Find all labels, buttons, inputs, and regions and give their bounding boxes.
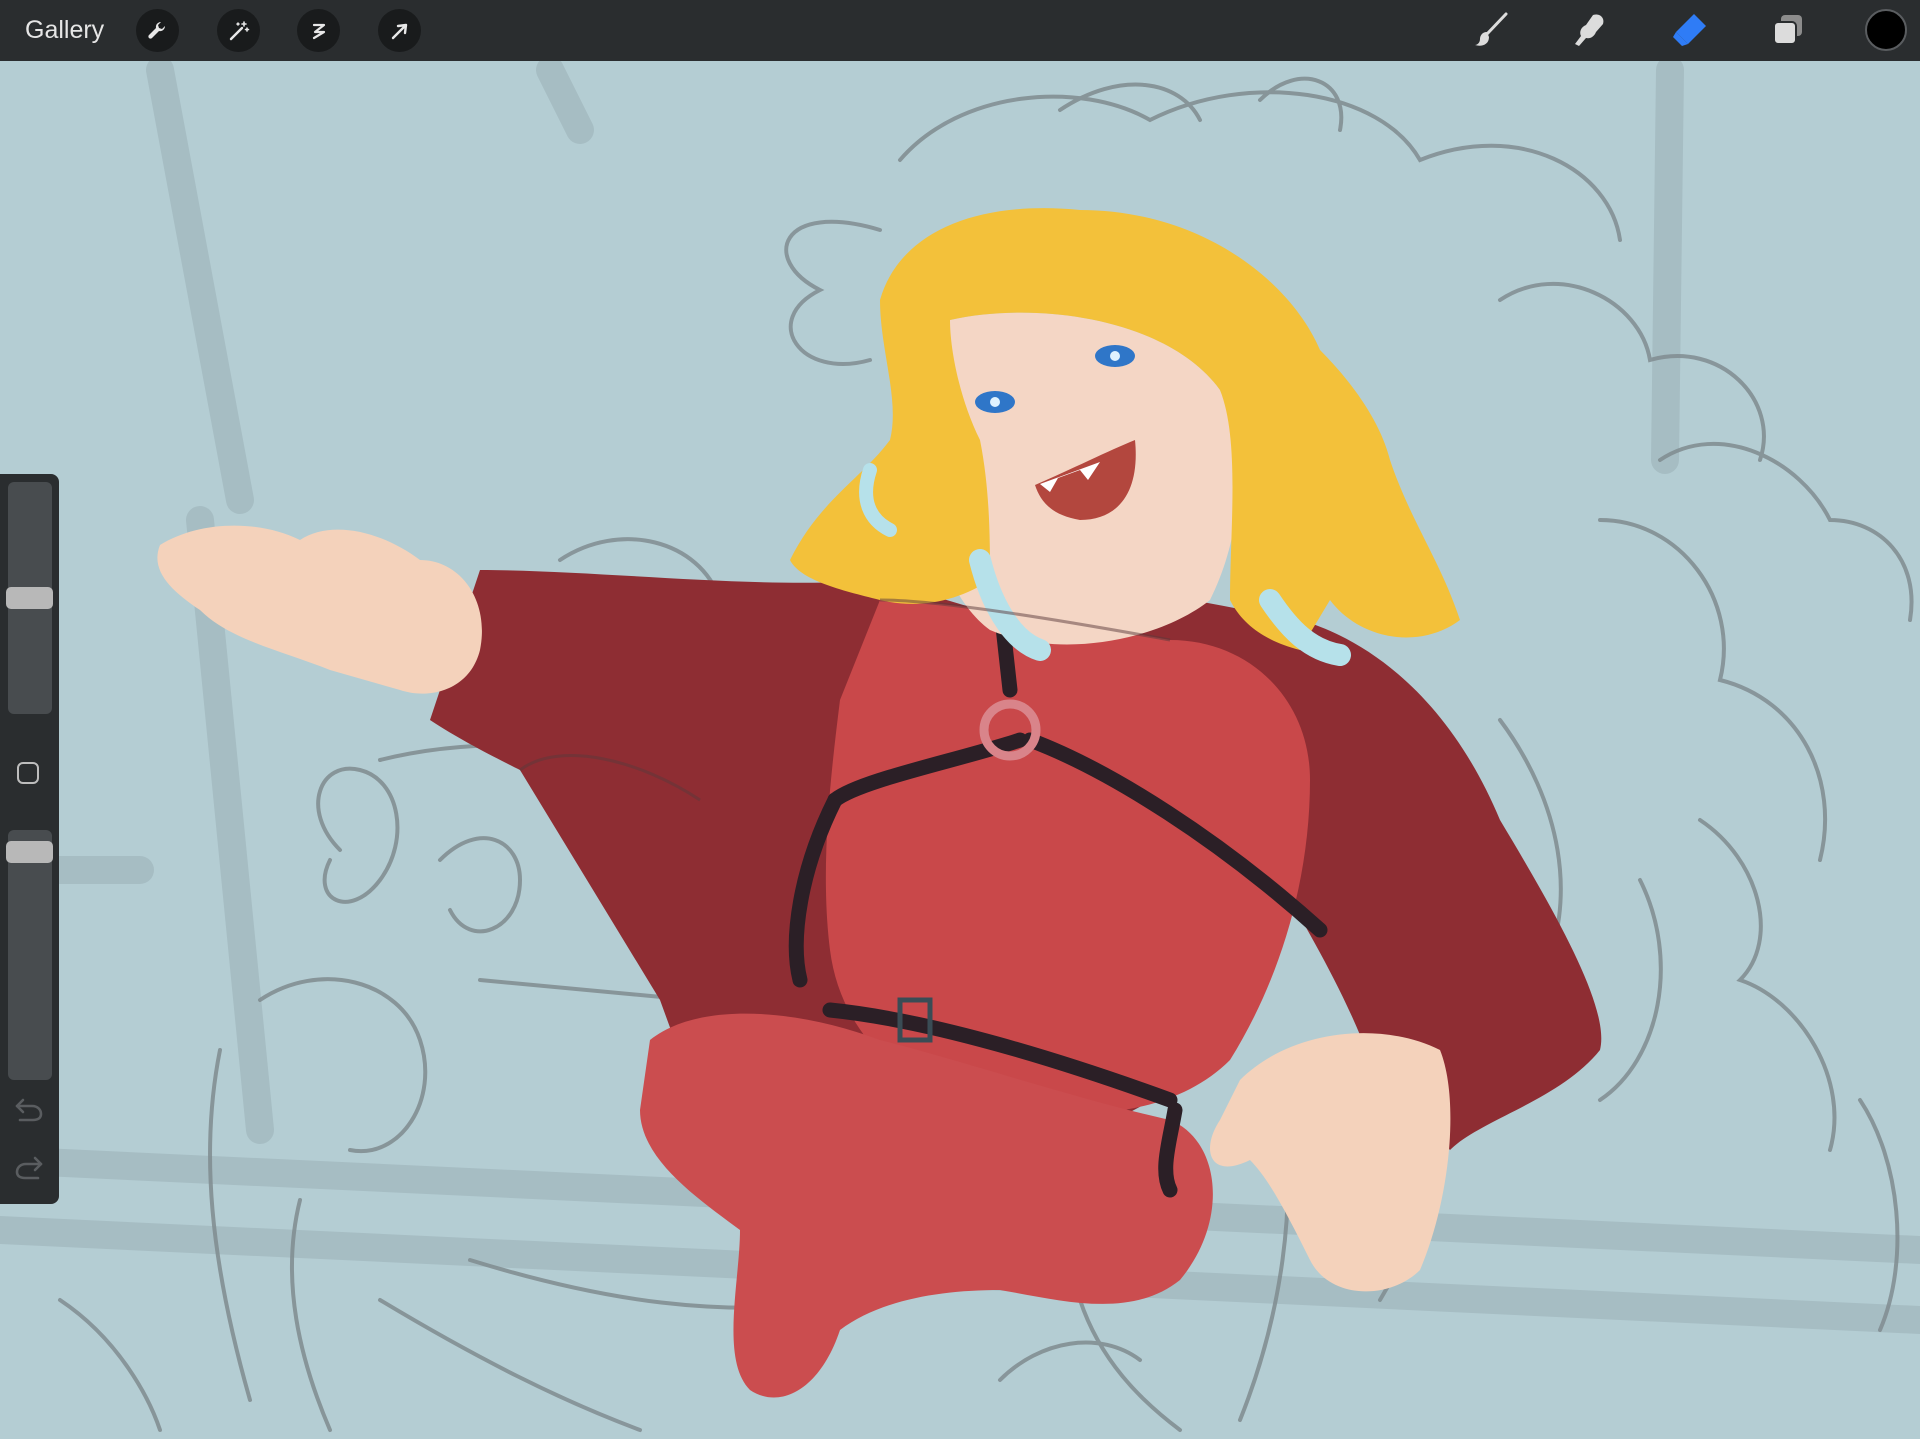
drawing-canvas[interactable] bbox=[0, 61, 1920, 1439]
top-toolbar: Gallery bbox=[0, 0, 1920, 61]
selection-button[interactable] bbox=[297, 9, 340, 52]
undo-icon[interactable] bbox=[14, 1096, 44, 1122]
smudge-icon[interactable] bbox=[1570, 10, 1610, 50]
transform-button[interactable] bbox=[378, 9, 421, 52]
arrow-cursor-icon bbox=[391, 23, 407, 39]
magic-wand-icon bbox=[229, 20, 249, 40]
eraser-icon[interactable] bbox=[1669, 10, 1709, 50]
actions-button[interactable] bbox=[136, 9, 179, 52]
adjustments-button[interactable] bbox=[217, 9, 260, 52]
opacity-slider[interactable] bbox=[6, 830, 53, 1080]
redo-icon[interactable] bbox=[14, 1154, 44, 1180]
modify-button[interactable] bbox=[17, 762, 39, 784]
color-picker-button[interactable] bbox=[1865, 9, 1907, 51]
selection-icon bbox=[312, 23, 325, 39]
layers-icon[interactable] bbox=[1768, 10, 1808, 50]
brush-size-slider[interactable] bbox=[6, 482, 53, 714]
opacity-thumb[interactable] bbox=[6, 841, 53, 863]
left-sidebar bbox=[0, 474, 59, 1204]
gallery-button[interactable]: Gallery bbox=[25, 14, 104, 46]
brush-icon[interactable] bbox=[1471, 10, 1511, 50]
brush-size-thumb[interactable] bbox=[6, 587, 53, 609]
wrench-icon bbox=[147, 21, 165, 39]
